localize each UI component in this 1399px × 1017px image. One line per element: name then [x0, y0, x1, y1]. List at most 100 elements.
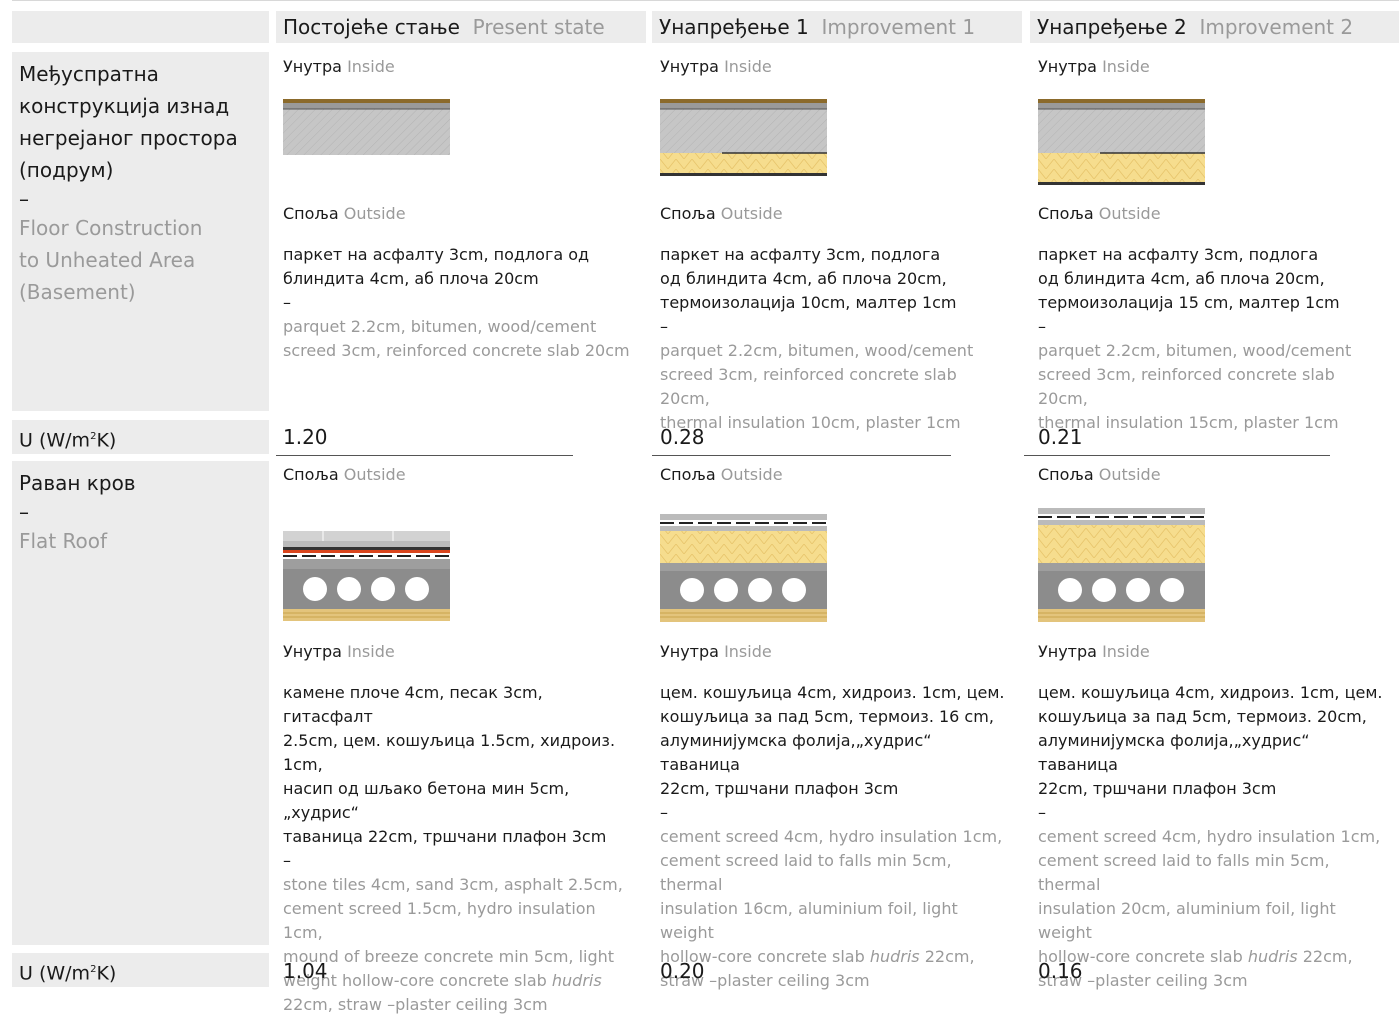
- roof-section-present: [283, 531, 450, 621]
- header-present-state: Постојеће стање Present state: [276, 11, 646, 43]
- divider: [276, 455, 573, 456]
- desc-sr-line: кошуљица за пад 5cm, термоиз. 20cm,: [1038, 707, 1367, 726]
- outside-label: Споља Outside: [283, 465, 406, 484]
- outside-label: Споља Outside: [660, 465, 783, 484]
- inside-label: Унутра Inside: [660, 642, 772, 661]
- floor-title-en-line: to Unheated Area: [19, 248, 196, 272]
- desc-en-line: stone tiles 4cm, sand 3cm, asphalt 2.5cm…: [283, 875, 623, 894]
- desc-en-line: straw –plaster ceiling 3cm: [1038, 971, 1248, 990]
- roof-section-improvement-1: [660, 514, 827, 622]
- floor-title-sr-line: Међуспратна: [19, 62, 159, 86]
- outside-label: Споља Outside: [1038, 465, 1161, 484]
- desc-sr-line: термоизолација 10cm, малтер 1cm: [660, 293, 957, 312]
- dash: –: [660, 803, 668, 822]
- desc-en-line: thermal insulation 10cm, plaster 1cm: [660, 413, 961, 432]
- outside-label: Споља Outside: [1038, 204, 1161, 223]
- roof-section-improvement-2: [1038, 508, 1205, 622]
- floor-title-en-line: Floor Construction: [19, 216, 203, 240]
- header-en: Present state: [472, 15, 605, 39]
- floor-desc-present: паркет на асфалту 3cm, подлога од блинди…: [283, 243, 633, 363]
- desc-sr-line: паркет на асфалту 3cm, подлога од: [283, 245, 590, 264]
- desc-en-line: weight hollow-core concrete slab hudris: [283, 971, 602, 990]
- desc-sr-line: паркет на асфалту 3cm, подлога: [660, 245, 941, 264]
- outside-label: Споља Outside: [283, 204, 406, 223]
- inside-label: Унутра Inside: [660, 57, 772, 76]
- floor-desc-improvement-2: паркет на асфалту 3cm, подлога од блинди…: [1038, 243, 1388, 435]
- header-en: Improvement 2: [1199, 15, 1354, 39]
- dash: –: [283, 293, 291, 312]
- desc-sr-line: таваница 22cm, тршчани плафон 3cm: [283, 827, 607, 846]
- desc-en-line: cement screed laid to falls min 5cm, the…: [1038, 851, 1330, 894]
- header-en: Improvement 1: [821, 15, 976, 39]
- inside-label: Унутра Inside: [1038, 57, 1150, 76]
- header-improvement-1: Унапређење 1 Improvement 1: [652, 11, 1022, 43]
- desc-sr-line: цем. кошуљица 4cm, хидроиз. 1cm, цем.: [1038, 683, 1383, 702]
- floor-section-present: [283, 99, 450, 155]
- desc-en-line: screed 3cm, reinforced concrete slab 20c…: [1038, 365, 1335, 408]
- desc-en-line: cement screed laid to falls min 5cm, the…: [660, 851, 952, 894]
- desc-sr-line: од блиндита 4cm, аб плоча 20cm,: [660, 269, 947, 288]
- u-value-roof-improvement-1: 0.20: [660, 959, 705, 983]
- u-value-floor-improvement-2: 0.21: [1038, 425, 1083, 449]
- desc-en-line: straw –plaster ceiling 3cm: [660, 971, 870, 990]
- roof-desc-present: камене плоче 4cm, песак 3cm, гитасфалт 2…: [283, 681, 633, 1017]
- header-sr: Постојеће стање: [283, 15, 460, 39]
- desc-en-line: insulation 20cm, aluminium foil, light w…: [1038, 899, 1336, 942]
- desc-sr-line: блиндита 4cm, аб плоча 20cm: [283, 269, 539, 288]
- header-improvement-2: Унапређење 2 Improvement 2: [1030, 11, 1399, 43]
- divider: [1024, 455, 1330, 456]
- dash: –: [1038, 803, 1046, 822]
- outside-label: Споља Outside: [660, 204, 783, 223]
- desc-en-line: cement screed 1.5cm, hydro insulation 1c…: [283, 899, 596, 942]
- header-sr: Унапређење 2: [1037, 15, 1187, 39]
- desc-en-line: 22cm, straw –plaster ceiling 3cm: [283, 995, 548, 1014]
- roof-title-en: Flat Roof: [19, 529, 108, 553]
- u-value-floor-improvement-1: 0.28: [660, 425, 705, 449]
- top-rule: [12, 0, 1399, 1]
- row-label-roof: Раван кров – Flat Roof: [12, 461, 269, 945]
- roof-desc-improvement-2: цем. кошуљица 4cm, хидроиз. 1cm, цем. ко…: [1038, 681, 1388, 993]
- inside-label: Унутра Inside: [283, 642, 395, 661]
- dash: –: [660, 317, 668, 336]
- roof-desc-improvement-1: цем. кошуљица 4cm, хидроиз. 1cm, цем. ко…: [660, 681, 1010, 993]
- desc-sr-line: паркет на асфалту 3cm, подлога: [1038, 245, 1319, 264]
- u-value-roof-improvement-2: 0.16: [1038, 959, 1083, 983]
- desc-sr-line: цем. кошуљица 4cm, хидроиз. 1cm, цем.: [660, 683, 1005, 702]
- u-value-label: U (W/m2K): [12, 953, 269, 987]
- floor-title-en-line: (Basement): [19, 280, 136, 304]
- desc-sr-line: од блиндита 4cm, аб плоча 20cm,: [1038, 269, 1325, 288]
- desc-sr-line: камене плоче 4cm, песак 3cm, гитасфалт: [283, 683, 543, 726]
- dash: –: [19, 500, 29, 524]
- divider: [652, 455, 951, 456]
- dash: –: [19, 187, 29, 211]
- floor-section-improvement-2: [1038, 99, 1205, 185]
- desc-en-line: parquet 2.2cm, bitumen, wood/cement: [283, 317, 597, 336]
- floor-desc-improvement-1: паркет на асфалту 3cm, подлога од блинди…: [660, 243, 1010, 435]
- desc-en-line: mound of breeze concrete min 5cm, light: [283, 947, 615, 966]
- desc-en-line: screed 3cm, reinforced concrete slab 20c…: [283, 341, 630, 360]
- desc-sr-line: 22cm, тршчани плафон 3cm: [1038, 779, 1277, 798]
- desc-en-line: cement screed 4cm, hydro insulation 1cm,: [1038, 827, 1381, 846]
- dash: –: [283, 851, 291, 870]
- desc-en-line: hollow-core concrete slab hudris 22cm,: [660, 947, 975, 966]
- u-value-label: U (W/m2K): [12, 420, 269, 454]
- desc-en-line: thermal insulation 15cm, plaster 1cm: [1038, 413, 1339, 432]
- desc-sr-line: насип од шљако бетона мин 5cm,„худрис“: [283, 779, 570, 822]
- u-value-floor-present: 1.20: [283, 425, 328, 449]
- header-blank: [12, 11, 269, 43]
- inside-label: Унутра Inside: [1038, 642, 1150, 661]
- floor-title-sr-line: конструкција изнад: [19, 94, 230, 118]
- desc-en-line: parquet 2.2cm, bitumen, wood/cement: [660, 341, 974, 360]
- desc-sr-line: термоизолација 15 cm, малтер 1cm: [1038, 293, 1340, 312]
- floor-title-sr-line: негрејаног простора: [19, 126, 238, 150]
- desc-sr-line: кошуљица за пад 5cm, термоиз. 16 cm,: [660, 707, 994, 726]
- u-value-roof-present: 1.04: [283, 959, 328, 983]
- desc-sr-line: алуминијумска фолија,„худрис“ таваница: [660, 731, 932, 774]
- dash: –: [1038, 317, 1046, 336]
- desc-sr-line: 2.5cm, цем. кошуљица 1.5cm, хидроиз. 1cm…: [283, 731, 616, 774]
- floor-section-improvement-1: [660, 99, 827, 176]
- inside-label: Унутра Inside: [283, 57, 395, 76]
- desc-en-line: cement screed 4cm, hydro insulation 1cm,: [660, 827, 1003, 846]
- header-sr: Унапређење 1: [659, 15, 809, 39]
- roof-title-sr: Раван кров: [19, 471, 136, 495]
